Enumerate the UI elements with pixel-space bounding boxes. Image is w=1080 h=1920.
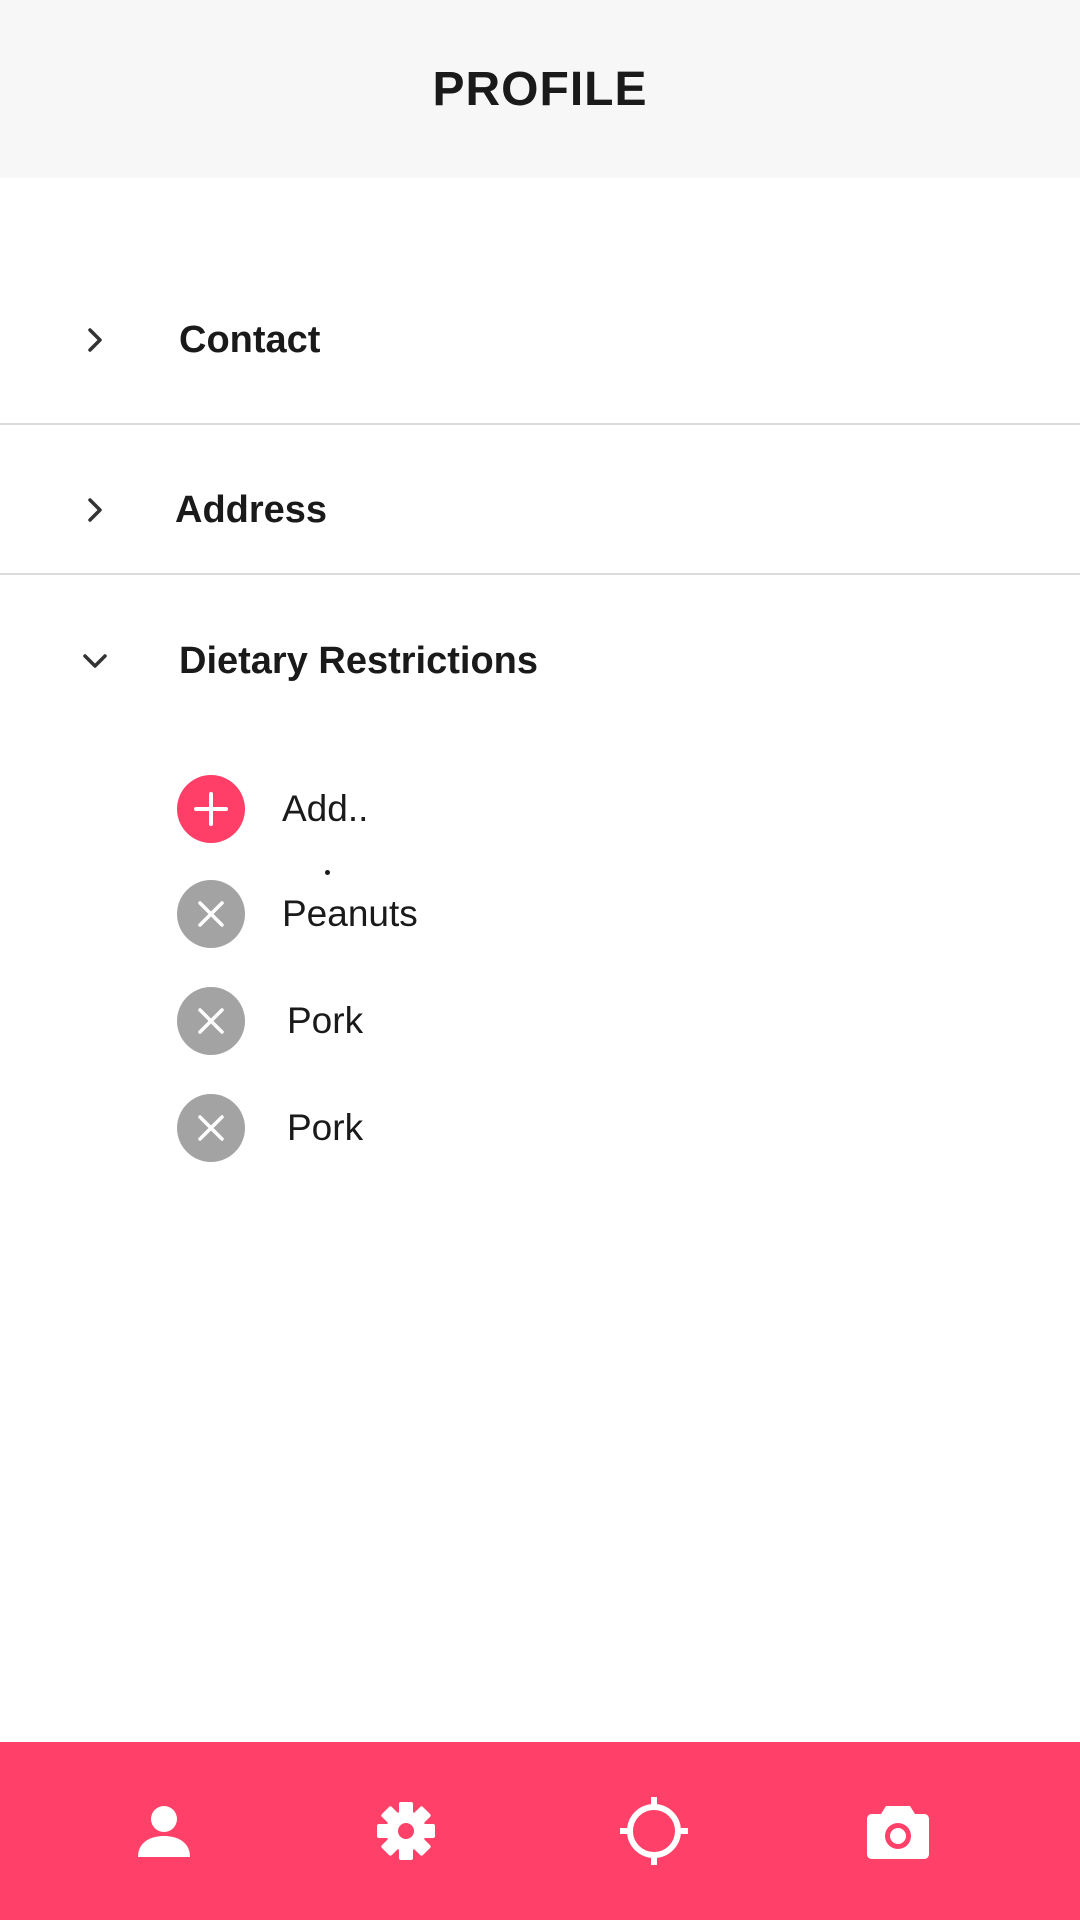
gear-icon	[377, 1802, 435, 1860]
stray-dot	[325, 870, 330, 875]
person-icon	[138, 1806, 190, 1857]
nav-location-button[interactable]	[594, 1742, 714, 1920]
list-item-label: Pork	[287, 1107, 364, 1148]
add-restriction-row[interactable]: Add..	[0, 775, 1080, 843]
nav-settings-button[interactable]	[346, 1742, 466, 1920]
list-item-label: Pork	[287, 1000, 364, 1041]
remove-button[interactable]	[177, 1094, 245, 1162]
plus-icon	[194, 792, 228, 826]
section-contact[interactable]: Contact	[0, 300, 1080, 380]
close-icon	[198, 1008, 224, 1034]
divider	[0, 573, 1080, 575]
remove-button[interactable]	[177, 880, 245, 948]
section-address[interactable]: Address	[0, 470, 1080, 550]
add-button[interactable]	[177, 775, 245, 843]
profile-screen: PROFILE Contact Address Dietary Restrict…	[0, 0, 1080, 1920]
nav-profile-button[interactable]	[104, 1742, 224, 1920]
close-icon	[198, 901, 224, 927]
chevron-right-icon	[80, 495, 110, 525]
app-header: PROFILE	[0, 0, 1080, 178]
camera-icon	[867, 1806, 929, 1859]
chevron-right-icon	[80, 325, 110, 355]
nav-camera-button[interactable]	[838, 1742, 958, 1920]
section-address-label: Address	[175, 488, 328, 531]
section-contact-label: Contact	[179, 318, 321, 361]
list-item-label: Peanuts	[282, 893, 418, 934]
list-item: Pork	[0, 1094, 1080, 1162]
crosshair-icon	[620, 1797, 688, 1865]
add-label[interactable]: Add..	[282, 788, 368, 830]
page-title: PROFILE	[432, 62, 648, 116]
section-dietary-restrictions[interactable]: Dietary Restrictions	[0, 621, 1080, 701]
list-item: Peanuts	[0, 880, 1080, 948]
chevron-down-icon	[80, 646, 110, 676]
divider	[0, 423, 1080, 425]
section-dietary-label: Dietary Restrictions	[179, 639, 539, 682]
list-item: Pork	[0, 987, 1080, 1055]
bottom-nav	[0, 1742, 1080, 1920]
remove-button[interactable]	[177, 987, 245, 1055]
close-icon	[198, 1115, 224, 1141]
